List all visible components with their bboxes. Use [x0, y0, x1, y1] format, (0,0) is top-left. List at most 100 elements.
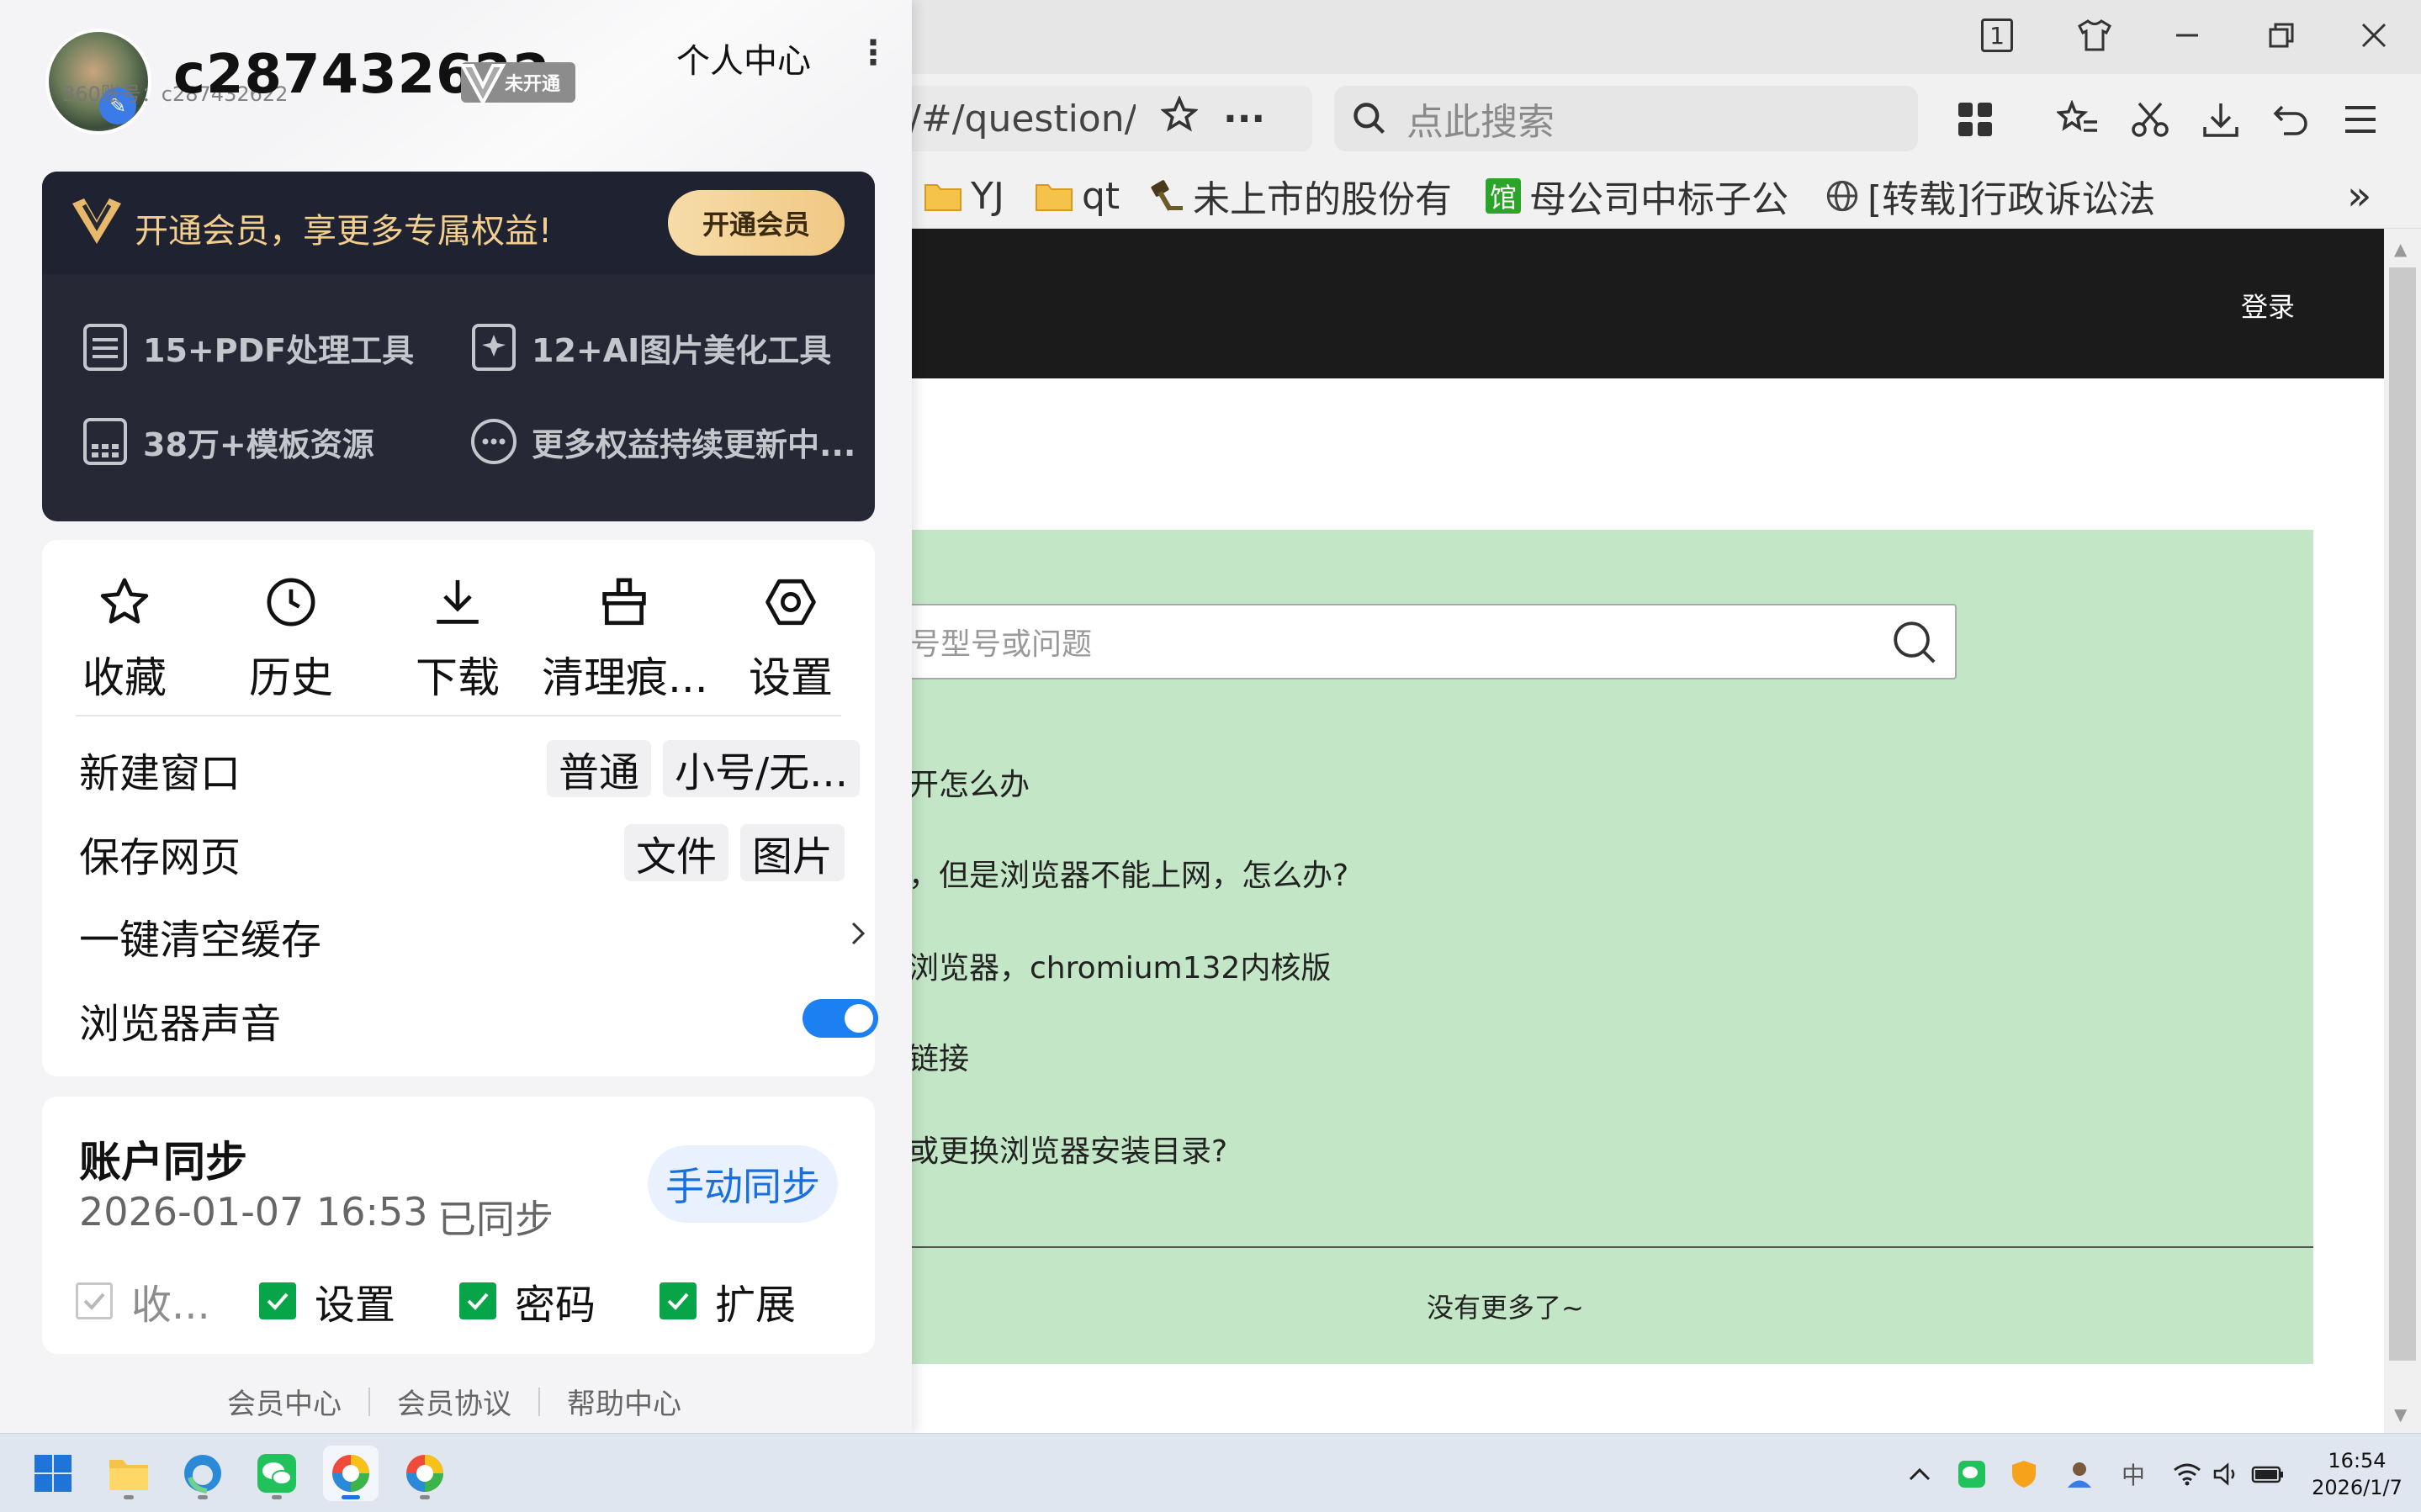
more-options-icon[interactable]: ⋮: [856, 34, 890, 72]
search-box[interactable]: 点此搜索: [1334, 86, 1918, 151]
faq-item[interactable]: 开怎么办: [909, 760, 1030, 804]
bookmarks-overflow-button[interactable]: »: [2347, 172, 2371, 220]
user-tray-icon[interactable]: [2063, 1457, 2096, 1491]
vip-crown-icon: [72, 198, 121, 244]
bookmark-parent-company[interactable]: 馆 母公司中标子公: [1486, 172, 1797, 220]
wechat-icon[interactable]: [249, 1446, 305, 1501]
address-bar[interactable]: /#/question/2 ···: [900, 86, 1312, 151]
perk-templates[interactable]: 38万+模板资源: [81, 417, 374, 466]
undo-icon[interactable]: [2266, 94, 2317, 145]
browser-sound-toggle[interactable]: [803, 999, 878, 1038]
faq-search-input[interactable]: 号型号或问题: [909, 604, 1957, 679]
open-vip-button[interactable]: 开通会员: [668, 190, 845, 256]
sync-timestamp: 2026-01-07 16:53: [79, 1189, 428, 1234]
bookmark-star-icon[interactable]: [1159, 94, 1200, 142]
page-scrollbar[interactable]: ▲ ▼: [2384, 229, 2421, 1433]
new-window-normal-button[interactable]: 普通: [547, 740, 652, 797]
perk-ai-image[interactable]: 12+AI图片美化工具: [469, 323, 831, 372]
checkbox-icon: [660, 1282, 697, 1319]
account-sync-card: 账户同步 2026-01-07 16:53 已同步 手动同步 收... 设置 密…: [42, 1097, 875, 1354]
vip-v-icon: [459, 64, 506, 107]
volume-icon[interactable]: [2211, 1457, 2244, 1491]
tab-counter-button[interactable]: 1: [1973, 12, 2021, 59]
360-browser-icon[interactable]: [397, 1446, 453, 1501]
faq-item[interactable]: 链接: [909, 1034, 969, 1078]
sync-settings-checkbox[interactable]: 设置: [259, 1271, 395, 1330]
restore-button[interactable]: [2258, 12, 2305, 59]
file-explorer-icon[interactable]: [101, 1446, 156, 1501]
favorites-list-icon[interactable]: [2053, 94, 2103, 145]
windows-start-icon[interactable]: [25, 1446, 81, 1501]
save-as-file-button[interactable]: 文件: [624, 824, 729, 881]
battery-icon[interactable]: [2251, 1457, 2285, 1491]
member-agreement-link[interactable]: 会员协议: [397, 1381, 511, 1422]
help-center-link[interactable]: 帮助中心: [567, 1381, 681, 1422]
checkbox-label: 密码: [515, 1282, 596, 1329]
favorites-button[interactable]: 收藏: [42, 570, 207, 705]
library-icon: 馆: [1486, 178, 1521, 214]
history-button[interactable]: 历史: [209, 570, 373, 705]
new-window-private-button[interactable]: 小号/无...: [663, 740, 860, 797]
bookmark-admin-litigation[interactable]: [转载]行政诉讼法: [1825, 172, 2162, 220]
quick-actions-card: 收藏 历史 下载 清理痕... 设置 新建窗口 普通 小号/无... 保存网页 …: [42, 540, 878, 1076]
search-placeholder: 点此搜索: [1407, 101, 1555, 144]
toggle-knob: [845, 1004, 873, 1033]
skin-icon[interactable]: [2071, 12, 2118, 59]
search-icon[interactable]: [1889, 617, 1938, 674]
apps-grid-icon[interactable]: [1950, 94, 2000, 145]
star-icon: [42, 570, 207, 634]
save-as-image-button[interactable]: 图片: [740, 824, 845, 881]
broom-icon: [542, 570, 707, 634]
faq-item[interactable]: ，但是浏览器不能上网，怎么办?: [909, 851, 1348, 895]
scroll-up-icon[interactable]: ▲: [2394, 239, 2407, 259]
vip-promo-text: 开通会员，享更多专属权益!: [135, 212, 553, 251]
download-icon[interactable]: [2196, 94, 2246, 145]
bookmark-yj[interactable]: YJ: [924, 172, 1004, 220]
security-shield-icon[interactable]: [2007, 1457, 2041, 1491]
minimize-button[interactable]: [2164, 12, 2211, 59]
downloads-button[interactable]: 下载: [375, 570, 540, 705]
faq-item[interactable]: 或更换浏览器安装目录?: [909, 1127, 1227, 1171]
manual-sync-button[interactable]: 手动同步: [648, 1145, 838, 1223]
perk-more[interactable]: 更多权益持续更新中...: [469, 417, 856, 466]
template-icon: [81, 417, 130, 466]
menu-icon[interactable]: [2335, 94, 2386, 145]
sync-extensions-checkbox[interactable]: 扩展: [660, 1271, 796, 1330]
image-magic-icon: [469, 323, 518, 372]
history-label: 历史: [249, 653, 333, 702]
scissors-icon[interactable]: [2125, 94, 2175, 145]
profile-panel: ✎ 360账号：c287432622 c287432622 未开通 个人中心 ⋮…: [0, 0, 912, 1433]
sync-passwords-checkbox[interactable]: 密码: [459, 1271, 596, 1330]
url-more-button[interactable]: ···: [1223, 98, 1265, 140]
clear-traces-label: 清理痕...: [542, 653, 708, 702]
wifi-icon[interactable]: [2170, 1457, 2204, 1491]
hammer-icon: [1147, 179, 1184, 213]
clock-time: 16:54: [2328, 1449, 2387, 1472]
clear-cache-row[interactable]: 一键清空缓存: [79, 907, 321, 965]
bookmark-qt[interactable]: qt: [1035, 172, 1120, 220]
chevron-right-icon[interactable]: [850, 920, 866, 947]
login-link[interactable]: 登录: [2241, 286, 2295, 325]
close-button[interactable]: [2350, 12, 2397, 59]
system-clock[interactable]: 16:54 2026/1/7: [2298, 1447, 2416, 1501]
clear-traces-button[interactable]: 清理痕...: [542, 570, 708, 705]
wechat-tray-icon[interactable]: [1955, 1457, 1989, 1491]
edge-icon[interactable]: [175, 1446, 230, 1501]
vip-status-text: 未开通: [505, 74, 561, 95]
perk-pdf-tools[interactable]: 15+PDF处理工具: [81, 323, 414, 372]
personal-center-link[interactable]: 个人中心: [676, 34, 811, 82]
settings-button[interactable]: 设置: [708, 570, 873, 705]
vip-status-badge[interactable]: 未开通: [459, 62, 575, 107]
bookmark-unlisted-shares[interactable]: 未上市的股份有: [1147, 172, 1460, 220]
scroll-thumb[interactable]: [2389, 267, 2416, 1361]
browser-sound-label: 浏览器声音: [79, 1001, 282, 1048]
360-browser-icon[interactable]: [323, 1446, 379, 1501]
taskbar: 中 16:54 2026/1/7: [0, 1433, 2421, 1512]
faq-item[interactable]: 浏览器，chromium132内核版: [909, 944, 1331, 987]
url-text[interactable]: /#/question/2: [909, 98, 1136, 140]
member-center-link[interactable]: 会员中心: [227, 1381, 342, 1422]
input-method-indicator[interactable]: 中: [2116, 1457, 2150, 1491]
scroll-down-icon[interactable]: ▼: [2394, 1404, 2407, 1425]
show-hidden-icons[interactable]: [1903, 1457, 1936, 1491]
document-icon: [81, 323, 130, 372]
